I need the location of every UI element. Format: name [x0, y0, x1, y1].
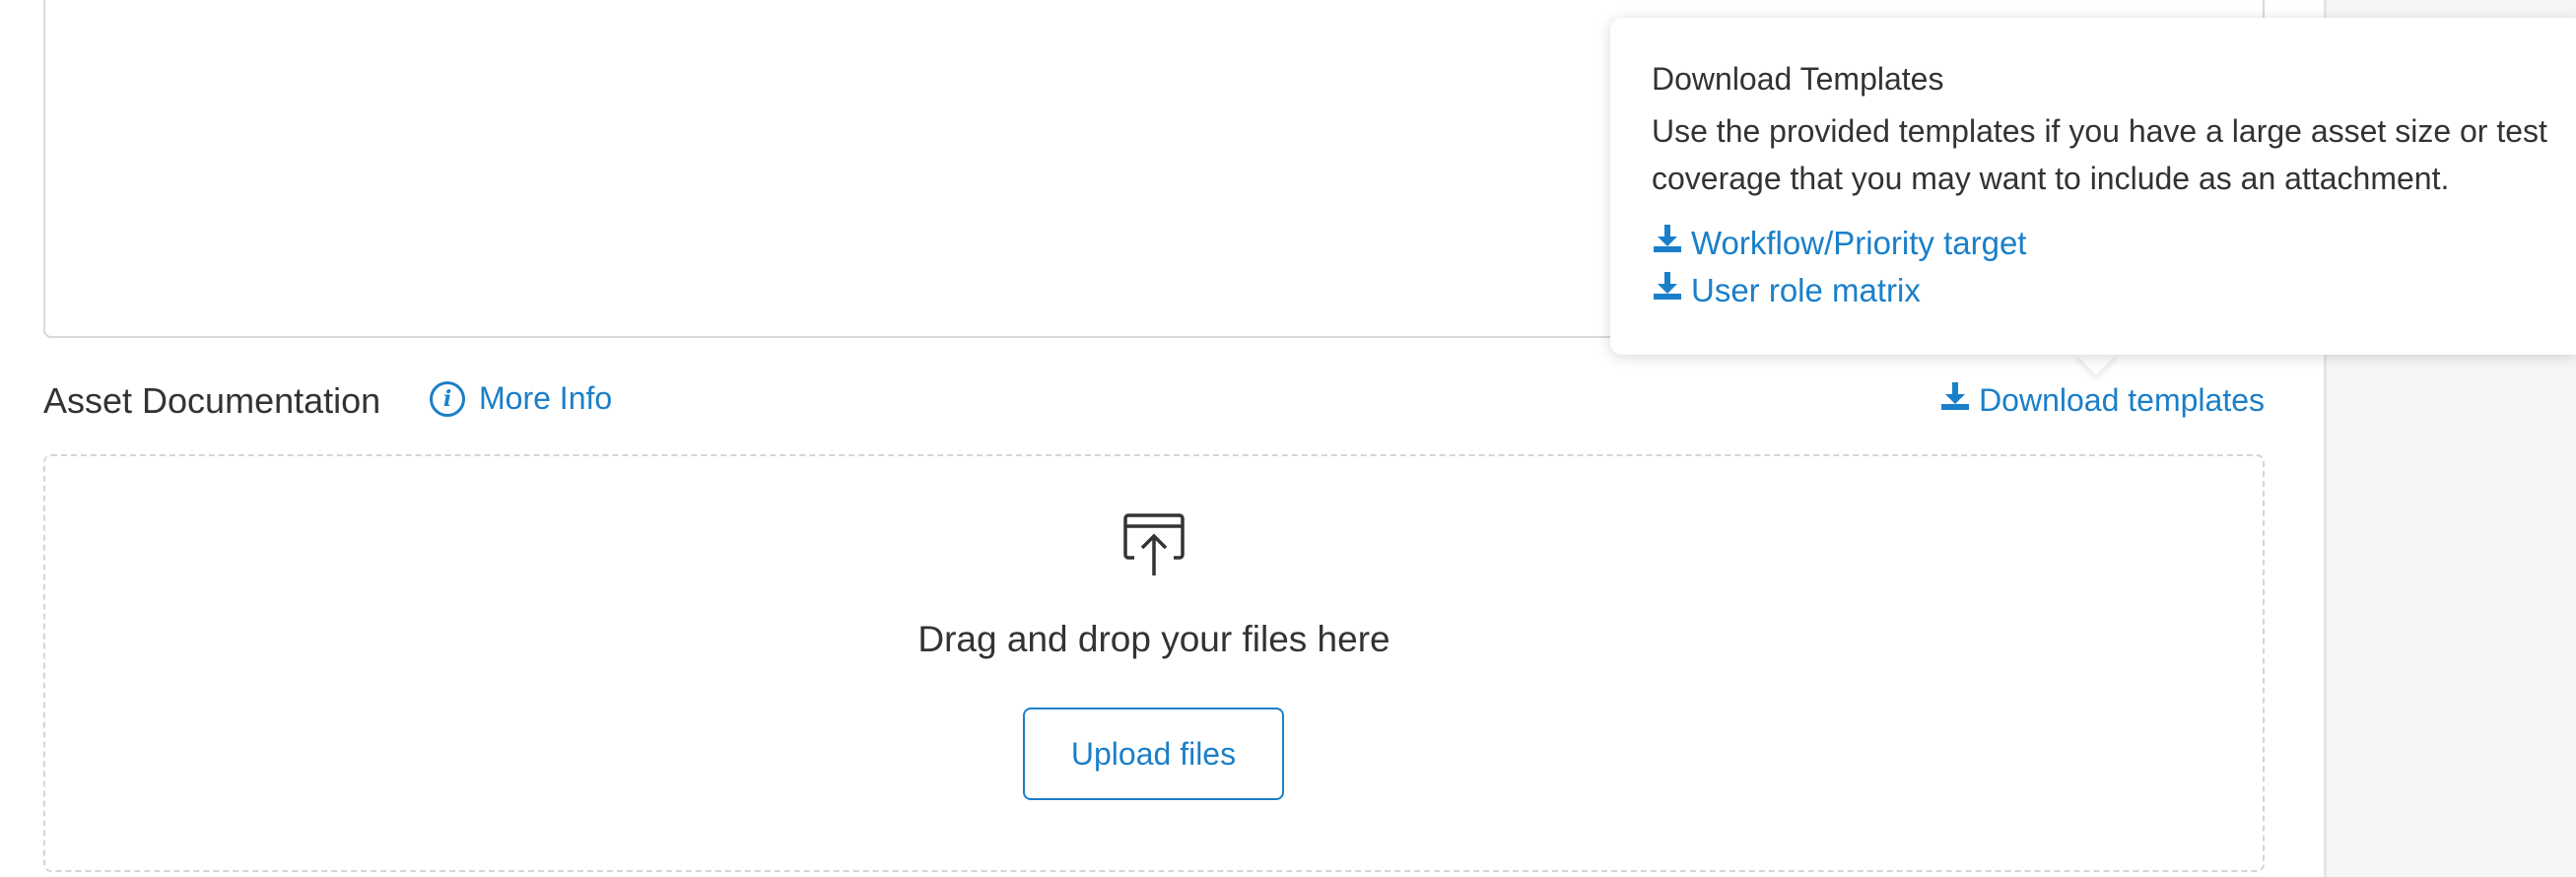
download-icon [1652, 220, 1683, 267]
download-templates-link[interactable]: Download templates [1939, 380, 2265, 420]
more-info-label: More Info [479, 380, 613, 416]
download-icon [1652, 267, 1683, 314]
upload-icon [1122, 510, 1186, 582]
download-icon [1939, 380, 1971, 420]
download-templates-popover: Download Templates Use the provided temp… [1610, 18, 2576, 355]
upload-files-button[interactable]: Upload files [1023, 708, 1284, 800]
download-templates-label: Download templates [1979, 381, 2265, 418]
template-link-label: Workflow/Priority target [1691, 225, 2027, 261]
dropzone-instructions: Drag and drop your files here [917, 619, 1390, 659]
popover-description: Use the provided templates if you have a… [1652, 113, 2547, 196]
template-link-user-role[interactable]: User role matrix [1652, 267, 2576, 314]
more-info-link[interactable]: i More Info [430, 380, 612, 417]
template-link-workflow[interactable]: Workflow/Priority target [1652, 220, 2576, 267]
popover-title: Download Templates [1652, 61, 1944, 97]
section-title: Asset Documentation [43, 380, 381, 421]
info-icon: i [430, 380, 465, 417]
template-link-label: User role matrix [1691, 272, 1921, 308]
